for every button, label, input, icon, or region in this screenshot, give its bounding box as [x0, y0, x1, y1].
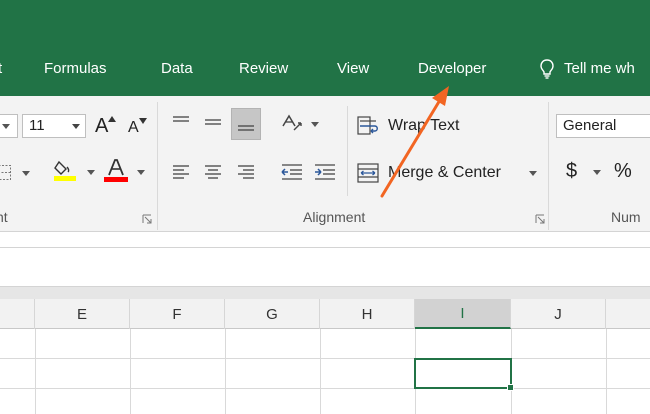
chevron-down-icon — [529, 171, 537, 176]
ribbon-tab-bar: t Formulas Data Review View Developer Te… — [0, 0, 650, 96]
cell-grid[interactable] — [0, 329, 650, 414]
chevron-down-icon — [593, 170, 601, 175]
percent-symbol: % — [614, 160, 632, 182]
column-header-g[interactable]: G — [225, 299, 320, 329]
fill-color-button[interactable] — [52, 158, 96, 186]
caret-down-icon — [139, 118, 147, 124]
column-header-h[interactable]: H — [320, 299, 415, 329]
font-color-button[interactable] — [100, 158, 148, 186]
excel-window: t Formulas Data Review View Developer Te… — [0, 0, 650, 414]
font-size-value: 11 — [29, 117, 45, 134]
merge-center-button[interactable]: Merge & Center — [357, 158, 543, 188]
chevron-down-icon — [22, 171, 30, 176]
font-group-label: nt — [0, 209, 8, 225]
borders-button[interactable] — [0, 160, 32, 186]
align-bottom-icon — [238, 125, 254, 131]
dialog-launcher-icon[interactable] — [535, 214, 545, 224]
wrap-text-label: Wrap Text — [388, 117, 460, 134]
align-top-icon — [173, 116, 189, 122]
column-header-f[interactable]: F — [130, 299, 225, 329]
merge-center-label: Merge & Center — [388, 164, 501, 181]
orientation-icon — [282, 114, 302, 131]
decrease-font-size-button[interactable]: A — [124, 114, 148, 140]
tab-partial[interactable]: t — [0, 60, 2, 77]
ribbon-home: 11 A A t Wrap Text Merge & Center Alignm… — [0, 96, 650, 232]
gridline — [35, 329, 36, 414]
percent-style-button[interactable]: % — [610, 158, 640, 186]
grow-font-label: A — [95, 115, 109, 137]
gridline — [0, 358, 650, 359]
gridline — [606, 329, 607, 414]
sheet-top-strip — [0, 287, 650, 299]
active-cell[interactable] — [414, 358, 512, 389]
wrap-text-icon — [357, 116, 378, 135]
caret-up-icon — [108, 116, 116, 122]
fill-handle[interactable] — [507, 384, 514, 391]
gridline — [225, 329, 226, 414]
font-name-combo-edge[interactable] — [0, 114, 18, 138]
tell-me-search[interactable]: Tell me wh — [564, 60, 635, 77]
middle-align-button[interactable] — [200, 108, 226, 136]
number-format-combo[interactable]: General — [556, 114, 650, 138]
paint-bucket-icon — [54, 160, 76, 181]
align-center-icon — [205, 165, 221, 179]
currency-symbol: $ — [566, 160, 578, 182]
merge-center-icon — [357, 163, 379, 183]
gridline — [320, 329, 321, 414]
increase-indent-icon — [315, 164, 335, 180]
column-header-i[interactable]: I — [415, 299, 511, 329]
chevron-down-icon — [137, 170, 145, 175]
shrink-font-label: A — [128, 119, 139, 136]
chevron-down-icon — [2, 124, 10, 129]
group-separator — [157, 102, 158, 230]
tab-formulas[interactable]: Formulas — [44, 60, 107, 77]
bottom-align-button[interactable] — [231, 108, 261, 140]
group-separator — [548, 102, 549, 230]
chevron-down-icon — [87, 170, 95, 175]
tab-review[interactable]: Review — [239, 60, 288, 77]
font-size-combo[interactable]: 11 — [22, 114, 86, 138]
chevron-down-icon — [311, 122, 319, 127]
borders-icon — [0, 165, 11, 180]
dialog-launcher-icon[interactable] — [142, 214, 152, 224]
tab-data[interactable]: Data — [161, 60, 193, 77]
number-group-label: Num — [611, 209, 641, 225]
formula-bar-input[interactable] — [0, 247, 650, 287]
align-center-button[interactable] — [200, 158, 226, 186]
gridline — [130, 329, 131, 414]
column-headers: E F G H I J — [0, 299, 650, 329]
align-left-icon — [173, 165, 189, 179]
chevron-down-icon — [72, 124, 80, 129]
gridline — [0, 388, 650, 389]
number-format-value: General — [563, 117, 617, 134]
lightbulb-icon[interactable] — [539, 58, 555, 80]
align-left-button[interactable] — [168, 158, 194, 186]
column-header-j[interactable]: J — [511, 299, 606, 329]
decrease-indent-button[interactable] — [278, 158, 306, 186]
wrap-text-button[interactable]: Wrap Text — [357, 112, 477, 140]
alignment-group-label: Alignment — [303, 209, 366, 225]
column-header-e[interactable]: E — [35, 299, 130, 329]
decrease-indent-icon — [281, 164, 302, 180]
accounting-format-button[interactable]: $ — [562, 158, 606, 186]
increase-indent-button[interactable] — [311, 158, 339, 186]
column-header-partial[interactable] — [0, 299, 35, 329]
align-right-icon — [238, 165, 254, 179]
align-right-button[interactable] — [233, 158, 259, 186]
font-color-icon — [104, 159, 128, 182]
group-separator — [347, 106, 348, 196]
column-header-partial-right[interactable] — [606, 299, 650, 329]
tab-view[interactable]: View — [337, 60, 369, 77]
tab-developer[interactable]: Developer — [418, 60, 486, 77]
orientation-button[interactable] — [280, 110, 322, 138]
ribbon-gap — [0, 233, 650, 247]
increase-font-size-button[interactable]: A — [92, 114, 116, 140]
align-middle-icon — [205, 119, 221, 125]
top-align-button[interactable] — [168, 108, 194, 136]
